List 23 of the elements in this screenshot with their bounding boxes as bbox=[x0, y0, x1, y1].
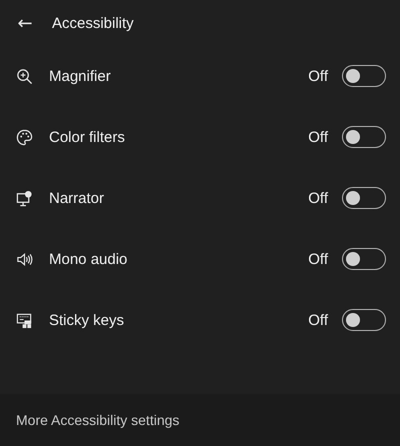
state-label: Off bbox=[308, 68, 328, 84]
toggle-switch[interactable] bbox=[342, 248, 386, 270]
toggle-switch[interactable] bbox=[342, 65, 386, 87]
monitor-icon bbox=[16, 190, 33, 206]
setting-label: Color filters bbox=[49, 128, 126, 146]
panel-title: Accessibility bbox=[52, 14, 134, 32]
palette-icon bbox=[16, 128, 33, 146]
speaker-icon bbox=[16, 250, 33, 268]
magnifier-icon bbox=[16, 68, 33, 84]
setting-label: Magnifier bbox=[49, 68, 112, 84]
setting-label: Narrator bbox=[49, 190, 106, 206]
setting-label: Mono audio bbox=[49, 250, 128, 268]
setting-label: Sticky keys bbox=[49, 312, 126, 328]
state-label: Off bbox=[308, 190, 328, 206]
state-label: Off bbox=[308, 250, 328, 268]
more-settings-link[interactable]: More Accessibility settings bbox=[16, 412, 180, 428]
toggle-switch[interactable] bbox=[342, 126, 386, 148]
back-button[interactable]: ← bbox=[12, 12, 38, 34]
toggle-switch[interactable] bbox=[342, 187, 386, 209]
toggle-switch[interactable] bbox=[342, 309, 386, 331]
keyboard-icon bbox=[16, 312, 33, 328]
state-label: Off bbox=[308, 312, 328, 328]
state-label: Off bbox=[308, 128, 328, 146]
